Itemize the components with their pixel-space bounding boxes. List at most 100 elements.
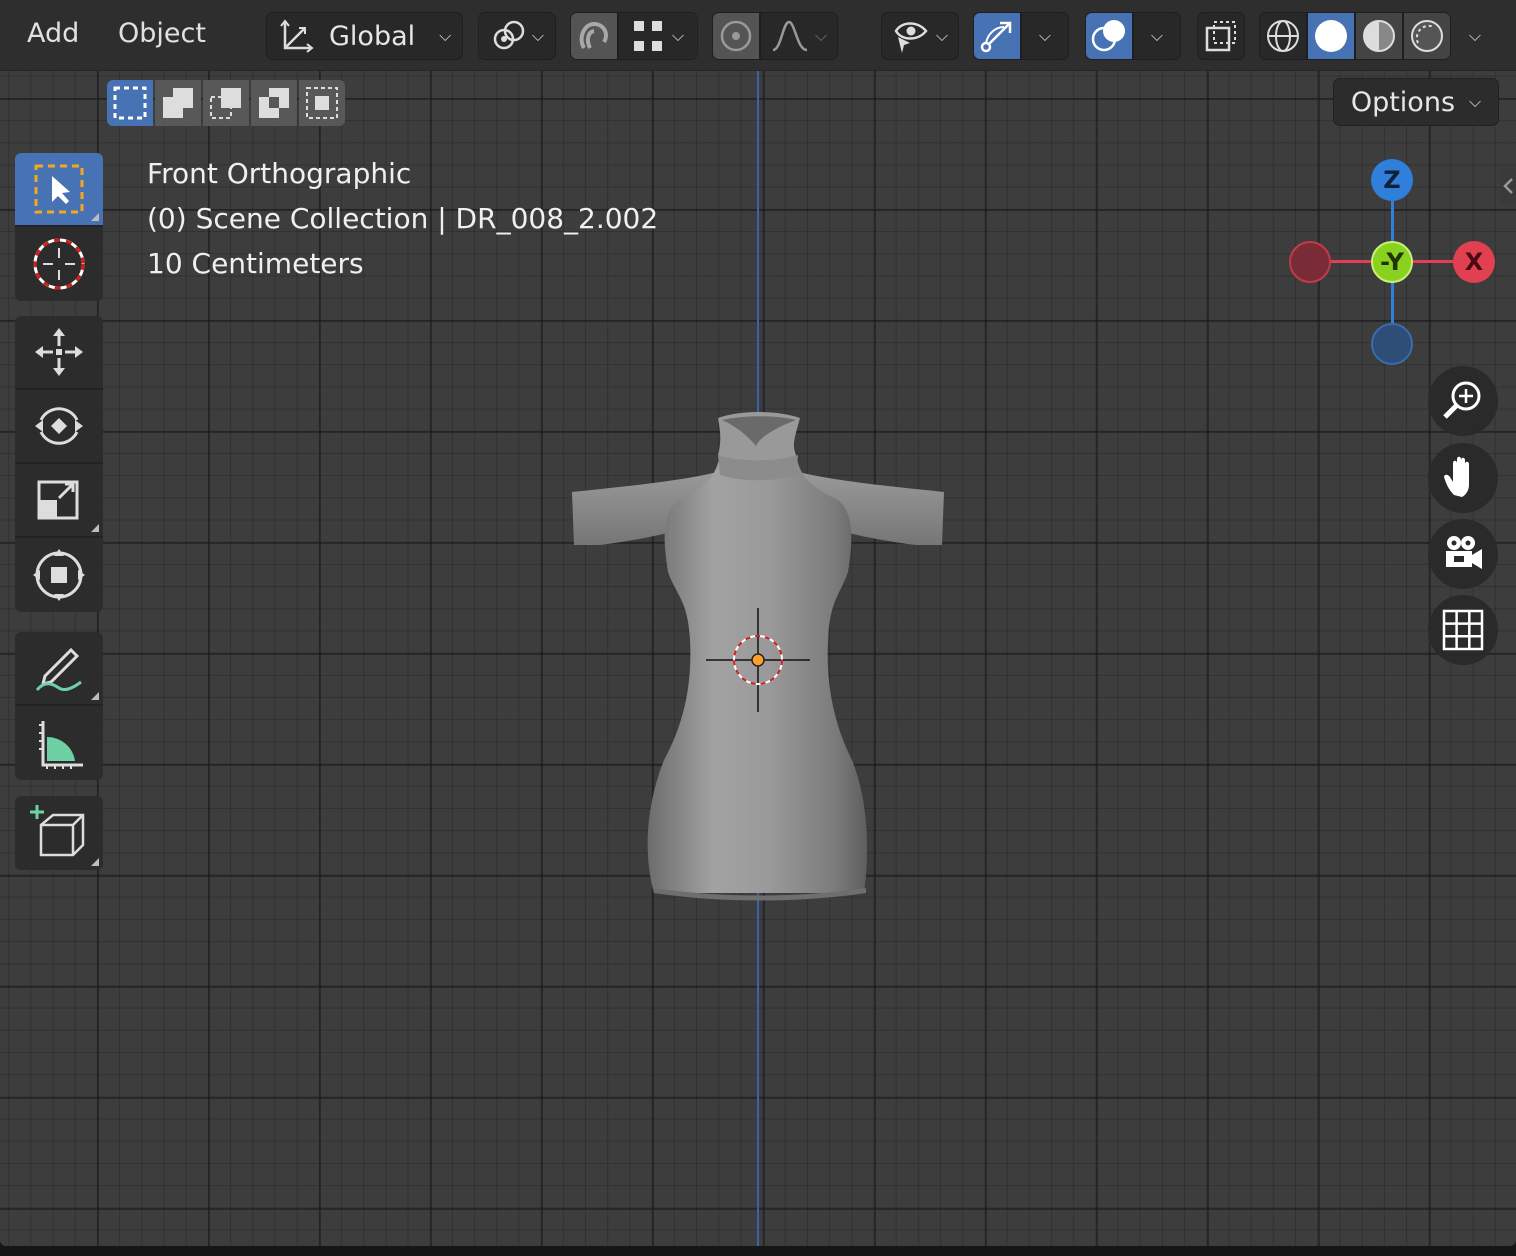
menu-add[interactable]: Add	[27, 18, 79, 49]
tool-corner-indicator	[91, 692, 99, 700]
measure-ruler-icon	[39, 721, 83, 769]
tool-select-box[interactable]	[15, 153, 103, 227]
tool-transform[interactable]	[15, 538, 103, 612]
gizmo-z-axis[interactable]: Z	[1371, 159, 1413, 201]
add-cube-icon	[30, 805, 85, 857]
zoom-button[interactable]	[1428, 366, 1498, 436]
cursor-icon	[33, 238, 85, 290]
camera-view-button[interactable]	[1428, 519, 1498, 589]
gizmo-neg-y-axis[interactable]: -Y	[1371, 241, 1413, 283]
gizmo-x-label: X	[1464, 248, 1484, 276]
gizmo-neg-x-axis[interactable]	[1289, 241, 1331, 283]
overlays-dropdown[interactable]: ⌵	[1133, 12, 1181, 60]
gizmo-x-axis[interactable]: X	[1453, 241, 1495, 283]
transform-orientation-dropdown[interactable]: Global ⌵	[266, 12, 463, 60]
grid-icon	[1442, 609, 1484, 651]
shading-dropdown[interactable]: ⌵	[1453, 12, 1497, 60]
pivot-icon	[493, 20, 525, 50]
menu-object[interactable]: Object	[118, 18, 206, 49]
chevron-down-icon: ⌵	[1150, 26, 1164, 45]
tool-corner-indicator	[91, 213, 99, 221]
visibility-dropdown[interactable]: ⌵	[881, 12, 959, 60]
select-mode-extend[interactable]	[155, 80, 201, 126]
chevron-left-icon	[1503, 178, 1513, 194]
chevron-down-icon: ⌵	[1038, 26, 1052, 45]
shading-wireframe-button[interactable]	[1259, 12, 1307, 60]
select-mode-subtract[interactable]	[203, 80, 249, 126]
orientation-axes-icon	[280, 19, 314, 53]
overlays-toggle-button[interactable]	[1085, 12, 1133, 60]
select-box-icon	[34, 164, 84, 214]
chevron-down-icon: ⌵	[439, 26, 452, 45]
shading-solid-button[interactable]	[1307, 12, 1355, 60]
tool-add-cube[interactable]	[15, 796, 103, 870]
tool-move[interactable]	[15, 316, 103, 390]
annotate-pencil-icon	[35, 647, 82, 692]
eye-pointer-icon	[894, 22, 928, 53]
falloff-curve-icon	[772, 20, 808, 52]
tool-corner-indicator	[91, 858, 99, 866]
pan-button[interactable]	[1428, 443, 1498, 513]
view-name-label: Front Orthographic	[147, 157, 412, 190]
tool-rotate[interactable]	[15, 390, 103, 464]
xray-icon	[1205, 21, 1236, 52]
gizmo-toggle-button[interactable]	[973, 12, 1021, 60]
select-mode-new[interactable]	[107, 80, 153, 126]
pivot-point-dropdown[interactable]: ⌵	[478, 12, 556, 60]
collection-label: (0) Scene Collection | DR_008_2.002	[147, 202, 659, 235]
shading-rendered-button[interactable]	[1403, 12, 1451, 60]
chevron-down-icon: ⌵	[814, 26, 828, 45]
tool-annotate[interactable]	[15, 632, 103, 706]
tool-cursor[interactable]	[15, 227, 103, 301]
overlays-icon	[1091, 20, 1125, 52]
proportional-editing-button[interactable]	[712, 12, 760, 60]
3d-cursor[interactable]	[706, 608, 810, 712]
tool-measure[interactable]	[15, 706, 103, 780]
chevron-down-icon: ⌵	[671, 26, 685, 45]
proportional-icon	[720, 20, 752, 52]
gizmo-arrow-icon	[980, 21, 1012, 53]
snap-target-dropdown[interactable]: ⌵	[618, 12, 698, 60]
select-mode-intersect[interactable]	[299, 80, 345, 126]
toolbar-group-annotate	[15, 632, 103, 780]
transform-icon	[33, 549, 85, 601]
select-intersect-icon	[306, 87, 338, 119]
shading-material-button[interactable]	[1355, 12, 1403, 60]
solid-sphere-icon	[1315, 20, 1347, 52]
tool-corner-indicator	[91, 524, 99, 532]
grid-scale-label: 10 Centimeters	[147, 247, 364, 280]
proportional-falloff-dropdown[interactable]: ⌵	[760, 12, 838, 60]
select-invert-icon	[259, 88, 289, 118]
transform-orientation-label: Global	[329, 20, 416, 52]
material-sphere-icon	[1363, 20, 1395, 52]
tool-scale[interactable]	[15, 464, 103, 538]
hand-icon	[1444, 456, 1469, 497]
zoom-magnifier-icon	[1443, 381, 1481, 419]
select-extend-icon	[163, 88, 193, 118]
navigation-gizmo[interactable]: Z X -Y	[1285, 155, 1500, 370]
move-icon	[35, 328, 83, 376]
gizmo-y-label: -Y	[1380, 248, 1404, 276]
toolbar-group-transform	[15, 316, 103, 612]
toggle-perspective-button[interactable]	[1428, 595, 1498, 665]
snap-toggle-button[interactable]	[570, 12, 618, 60]
chevron-down-icon: ⌵	[935, 26, 949, 45]
viewport-header: Add Object Global ⌵ ⌵ ⌵ ⌵ ⌵ ⌵ ⌵ ⌵	[0, 0, 1516, 71]
rendered-sphere-icon	[1411, 20, 1443, 52]
toolbar-group-select	[15, 153, 103, 301]
scale-icon	[37, 480, 79, 520]
chevron-down-icon: ⌵	[531, 26, 545, 45]
chevron-down-icon: ⌵	[1469, 92, 1482, 111]
sidebar-toggle[interactable]	[1500, 168, 1516, 204]
options-dropdown[interactable]: Options ⌵	[1333, 78, 1499, 126]
select-new-icon	[113, 86, 147, 120]
camera-icon	[1446, 536, 1482, 569]
gizmo-dropdown[interactable]: ⌵	[1021, 12, 1069, 60]
select-mode-invert[interactable]	[251, 80, 297, 126]
xray-toggle-button[interactable]	[1197, 12, 1245, 60]
snap-increment-icon	[633, 21, 662, 51]
gizmo-neg-z-axis[interactable]	[1371, 323, 1413, 365]
wireframe-sphere-icon	[1267, 20, 1299, 52]
options-label: Options	[1350, 86, 1456, 118]
magnet-icon	[579, 21, 608, 50]
